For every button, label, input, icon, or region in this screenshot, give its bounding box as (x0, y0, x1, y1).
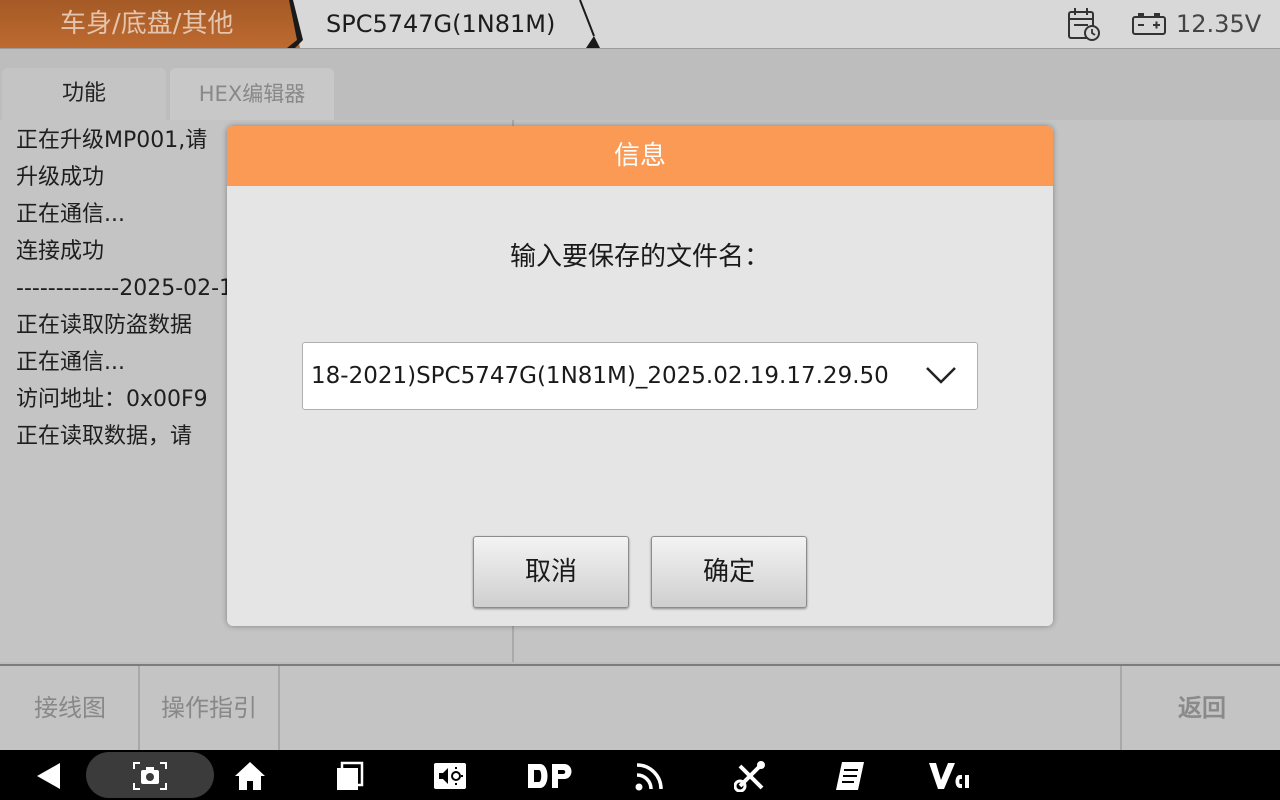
tab-hex-editor[interactable]: HEX编辑器 (170, 68, 334, 120)
dialog-prompt: 输入要保存的文件名： (509, 242, 770, 272)
chevron-down-icon[interactable] (925, 365, 957, 385)
breadcrumb-module[interactable]: SPC5747G(1N81M) (326, 0, 555, 48)
battery-icon (1132, 13, 1166, 35)
home-icon[interactable] (234, 760, 266, 792)
breadcrumb-separator-icon (287, 0, 303, 48)
save-file-dialog: 信息 输入要保存的文件名： 18-2021)SPC5747G(1N81M)_20… (227, 126, 1053, 626)
screenshot-icon[interactable] (132, 760, 168, 792)
calendar-clock-icon[interactable] (1066, 6, 1102, 42)
battery-voltage: 12.35V (1176, 10, 1262, 38)
confirm-button[interactable]: 确定 (651, 536, 807, 608)
recent-apps-icon[interactable] (334, 760, 366, 792)
back-button[interactable]: 返回 (1120, 666, 1280, 750)
breadcrumb-category[interactable]: 车身/底盘/其他 (0, 0, 300, 48)
volume-icon[interactable] (432, 760, 468, 792)
wiring-diagram-button[interactable]: 接线图 (2, 666, 140, 750)
signal-icon[interactable] (634, 760, 666, 792)
tab-function[interactable]: 功能 (2, 68, 166, 120)
cancel-button[interactable]: 取消 (473, 536, 629, 608)
filename-value[interactable]: 18-2021)SPC5747G(1N81M)_2025.02.19.17.29… (311, 343, 901, 409)
vci-icon[interactable] (928, 760, 972, 792)
tools-icon[interactable] (734, 760, 768, 792)
dialog-title: 信息 (227, 126, 1053, 186)
back-icon[interactable] (34, 760, 64, 792)
breadcrumb-separator-icon (579, 0, 600, 48)
filename-combobox[interactable]: 18-2021)SPC5747G(1N81M)_2025.02.19.17.29… (302, 342, 978, 410)
notes-icon[interactable] (834, 760, 866, 792)
operation-guide-button[interactable]: 操作指引 (140, 666, 280, 750)
dp-icon[interactable] (526, 760, 574, 792)
